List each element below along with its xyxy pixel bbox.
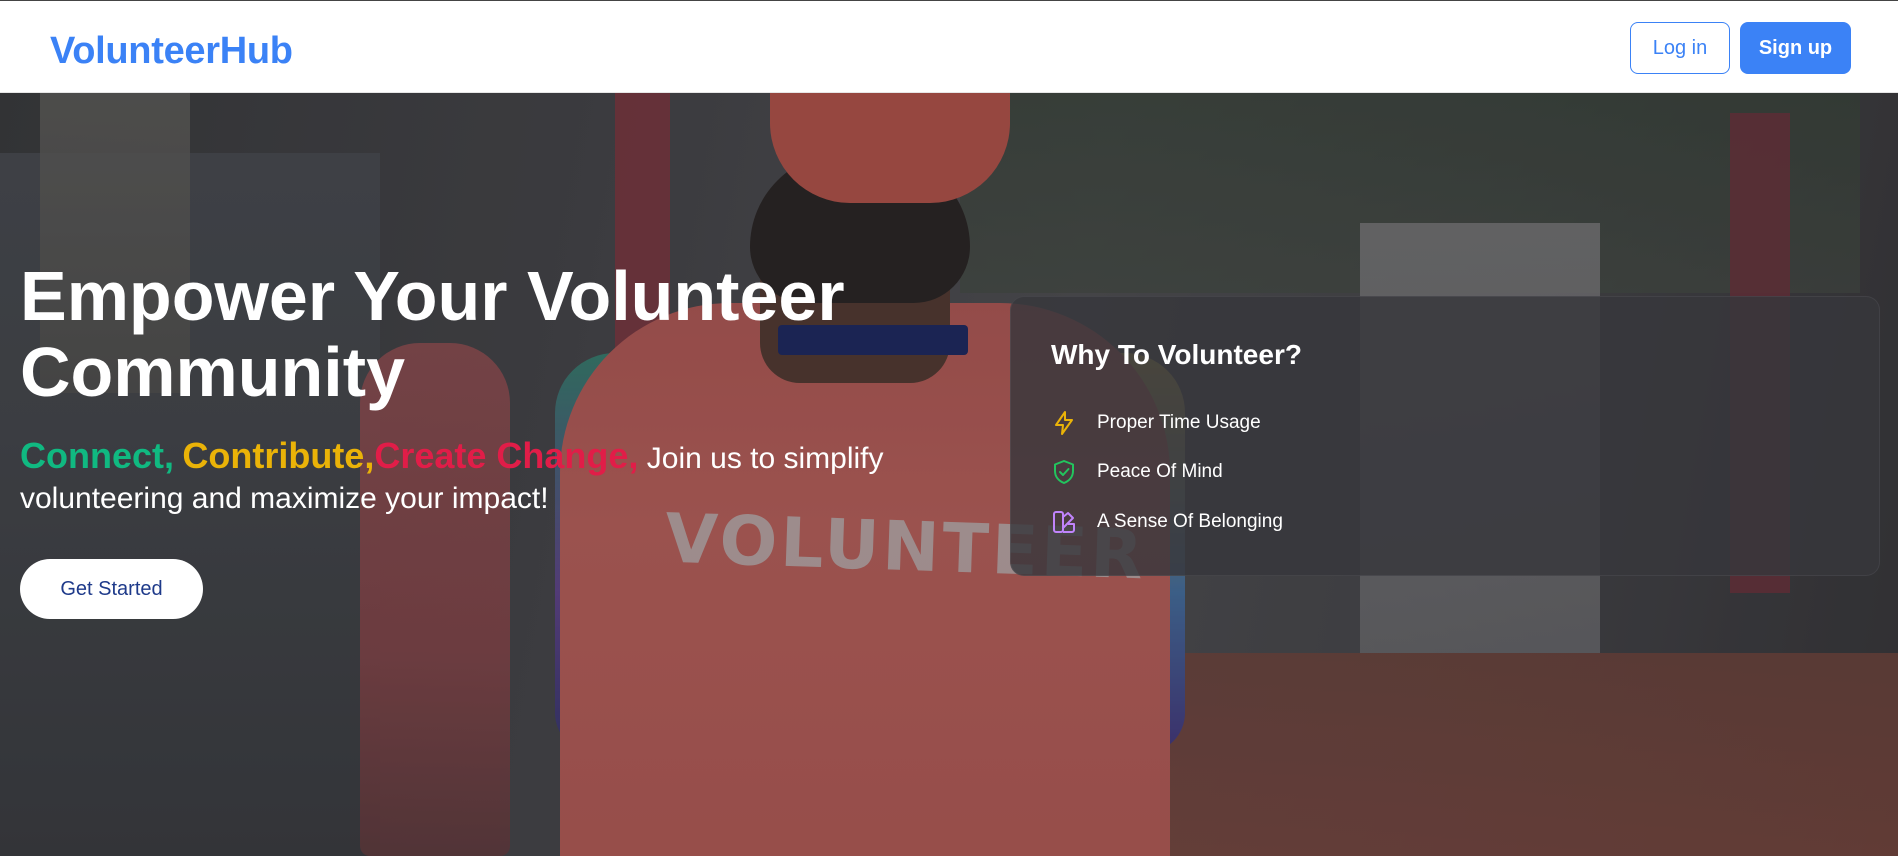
hero-subtitle: Connect, Contribute,Create Change, Join … [20,436,920,519]
lightning-icon [1051,410,1077,436]
login-button[interactable]: Log in [1630,22,1730,74]
brand-logo[interactable]: VolunteerHub [50,29,293,73]
get-started-button[interactable]: Get Started [20,559,203,619]
why-item-label: Peace Of Mind [1097,461,1223,482]
hero-title: Empower Your Volunteer Community [20,257,845,411]
why-item-peace: Peace Of Mind [1051,457,1223,487]
why-item-belonging: A Sense Of Belonging [1051,507,1283,537]
why-item-label: A Sense Of Belonging [1097,511,1283,532]
shield-check-icon [1051,459,1077,485]
keyword-contribute: Contribute, [182,435,375,476]
swatch-icon [1051,509,1077,535]
why-volunteer-card: Why To Volunteer? Proper Time Usage Peac… [1010,296,1880,576]
why-item-time: Proper Time Usage [1051,408,1261,438]
keyword-create-change: Create Change, [374,435,639,476]
top-navbar: VolunteerHub Log in Sign up [0,0,1898,93]
signup-button[interactable]: Sign up [1740,22,1851,74]
why-item-label: Proper Time Usage [1097,412,1261,433]
keyword-connect: Connect, [20,435,175,476]
why-volunteer-title: Why To Volunteer? [1051,339,1302,370]
